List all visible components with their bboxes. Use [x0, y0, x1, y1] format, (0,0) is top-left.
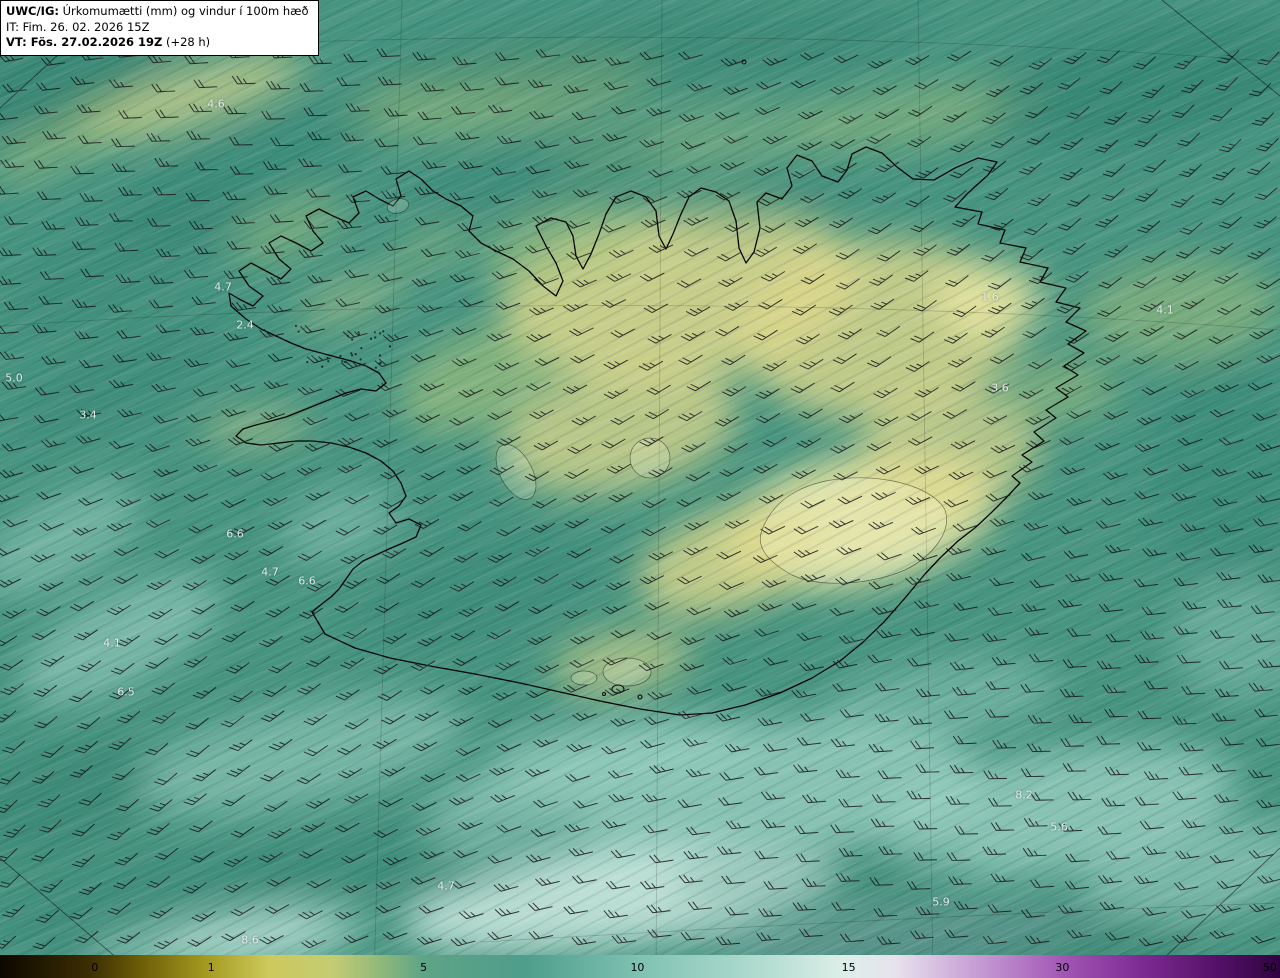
colorbar-tick: 5: [420, 961, 428, 974]
colorbar-tick: 30: [1055, 961, 1070, 974]
contour-label: 5.9: [932, 895, 950, 909]
contour-label: 5.6: [1050, 820, 1068, 834]
colorbar: 0 1 5 10 15 30 50: [0, 955, 1280, 978]
contour-label: 4.1: [1156, 303, 1174, 317]
contour-label: 4.7: [261, 565, 279, 579]
valid-time-suffix: (+28 h): [162, 35, 211, 50]
weather-map: 4.6 4.7 2.4 5.0 3.4 6.6 4.7 6.6 4.1 6.5 1.6 3.6 4.1 8…: [0, 0, 1280, 978]
contour-label: 8.2: [1015, 788, 1033, 802]
contour-label: 5.0: [5, 371, 23, 385]
contour-label: 4.1: [103, 636, 121, 650]
contour-label: 6.6: [226, 527, 244, 541]
contour-label: 4.7: [437, 879, 455, 893]
contour-label: 6.5: [117, 685, 135, 699]
init-time: IT: Fim. 26. 02. 2026 15Z: [6, 19, 150, 34]
map-title-line: UWC/IG: Úrkomumætti (mm) og vindur í 100…: [6, 4, 309, 20]
colorbar-tick: 10: [630, 961, 645, 974]
contour-labels-layer: 4.6 4.7 2.4 5.0 3.4 6.6 4.7 6.6 4.1 6.5 1.6 3.6 4.1 8…: [0, 0, 1280, 978]
map-title-box: UWC/IG: Úrkomumætti (mm) og vindur í 100…: [0, 0, 319, 56]
contour-label: 8.6: [241, 933, 259, 947]
contour-label: 4.6: [207, 97, 225, 111]
contour-label: 6.6: [298, 574, 316, 588]
model-label: UWC/IG:: [6, 4, 59, 18]
contour-label: 1.6: [981, 290, 999, 304]
colorbar-tick: 0: [91, 961, 99, 974]
contour-label: 3.6: [991, 381, 1009, 395]
contour-label: 4.7: [214, 280, 232, 294]
valid-time: VT: Fös. 27.02.2026 19Z (+28 h): [6, 35, 309, 51]
colorbar-tick: 50: [1262, 961, 1277, 974]
colorbar-tick: 15: [841, 961, 856, 974]
contour-label: 2.4: [236, 318, 254, 332]
map-title: Úrkomumætti (mm) og vindur í 100m hæð: [62, 4, 309, 18]
colorbar-tick: 1: [207, 961, 215, 974]
contour-label: 3.4: [79, 408, 97, 422]
colorbar-ticks: 0 1 5 10 15 30 50: [0, 955, 1280, 978]
valid-time-main: VT: Fös. 27.02.2026 19Z: [6, 35, 163, 50]
